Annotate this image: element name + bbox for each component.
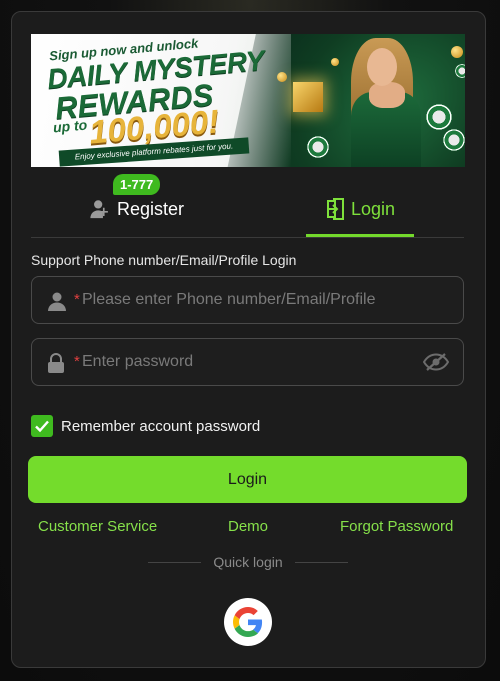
casino-chip-icon (443, 129, 465, 151)
tab-register-label: Register (117, 198, 185, 219)
user-icon (47, 291, 67, 316)
checkmark-icon (35, 420, 49, 433)
google-icon (233, 607, 263, 637)
remember-password-row[interactable]: Remember account password (31, 415, 260, 437)
account-field[interactable]: * (31, 276, 464, 324)
demo-link[interactable]: Demo (228, 518, 268, 535)
tab-register[interactable]: Register (89, 198, 184, 220)
promo-banner[interactable]: Sign up now and unlock DAILY MYSTERY REW… (31, 34, 465, 167)
account-input[interactable] (82, 277, 442, 323)
active-tab-indicator (306, 234, 414, 237)
remember-label: Remember account password (61, 417, 261, 435)
model-shoulders (369, 82, 405, 108)
login-hint-label: Support Phone number/Email/Profile Login (31, 252, 297, 268)
add-user-icon (89, 198, 111, 220)
required-mark: * (74, 291, 80, 308)
gold-coin-icon (277, 72, 287, 82)
password-field[interactable]: * (31, 338, 464, 386)
divider-line (294, 561, 349, 563)
lock-icon (47, 353, 65, 378)
casino-chip-icon (426, 104, 452, 130)
divider-line (148, 561, 202, 563)
forgot-password-link[interactable]: Forgot Password (340, 518, 453, 535)
remember-checkbox[interactable] (31, 415, 53, 437)
model-face (367, 48, 397, 86)
password-input[interactable] (82, 339, 442, 385)
login-button[interactable]: Login (28, 456, 467, 503)
casino-chip-icon (455, 64, 465, 78)
gold-coin-icon (331, 58, 339, 66)
tab-login-label: Login (351, 198, 396, 219)
banner-up-to: up to (52, 116, 88, 136)
eye-slash-icon[interactable] (422, 352, 450, 377)
customer-service-link[interactable]: Customer Service (38, 518, 157, 535)
gift-box-icon (293, 82, 323, 112)
required-mark: * (74, 353, 80, 370)
casino-chip-icon (307, 136, 329, 158)
tab-divider (31, 237, 464, 238)
quick-login-divider: Quick login (148, 554, 349, 570)
login-modal: Sign up now and unlock DAILY MYSTERY REW… (11, 11, 486, 668)
google-login-button[interactable] (224, 598, 272, 646)
tab-login[interactable]: Login (325, 198, 395, 220)
register-bonus-badge: 1-777 (113, 174, 161, 195)
gold-coin-icon (451, 46, 463, 58)
login-door-icon (325, 198, 345, 220)
quick-login-label: Quick login (213, 554, 283, 570)
